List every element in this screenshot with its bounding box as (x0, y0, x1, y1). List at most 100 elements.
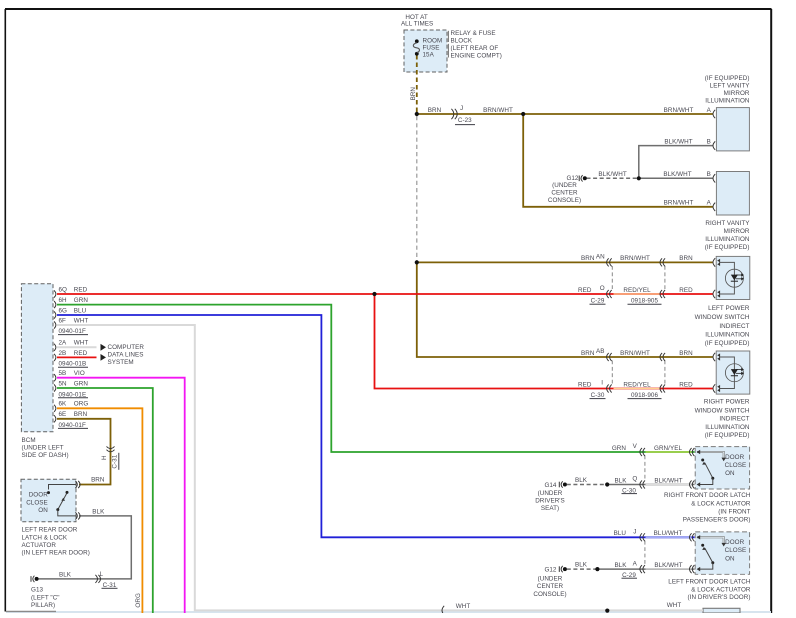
svg-text:ROOM: ROOM (423, 38, 443, 45)
svg-text:GRN/YEL: GRN/YEL (654, 445, 682, 452)
svg-text:ALL TIMES: ALL TIMES (401, 20, 433, 27)
svg-text:6E: 6E (59, 411, 67, 418)
svg-text:VIO: VIO (74, 370, 85, 377)
svg-text:ILLUMINATION: ILLUMINATION (705, 98, 750, 105)
svg-text:BRN/WHT: BRN/WHT (620, 350, 650, 357)
svg-text:G14: G14 (544, 482, 556, 489)
svg-text:6K: 6K (59, 401, 68, 408)
svg-text:BLK/WHT: BLK/WHT (654, 562, 682, 569)
svg-text:L: L (100, 571, 104, 578)
svg-text:RIGHT VANITY: RIGHT VANITY (705, 220, 750, 227)
svg-text:RED: RED (578, 287, 592, 294)
svg-text:ILLUMINATION: ILLUMINATION (705, 424, 750, 431)
svg-text:BRN: BRN (679, 350, 693, 357)
svg-text:C-31: C-31 (103, 582, 117, 589)
svg-text:BLU: BLU (74, 307, 87, 314)
svg-text:ENGINE COMPT): ENGINE COMPT) (451, 53, 502, 60)
svg-text:C-29: C-29 (622, 572, 636, 579)
svg-text:BRN: BRN (74, 411, 88, 418)
svg-text:BRN/WHT: BRN/WHT (664, 107, 694, 114)
svg-text:COMPUTER: COMPUTER (108, 344, 145, 351)
svg-text:0940-01E: 0940-01E (59, 391, 87, 398)
svg-text:Q: Q (632, 476, 637, 483)
svg-text:BLOCK: BLOCK (451, 38, 473, 45)
svg-text:A: A (707, 107, 712, 114)
svg-text:G13: G13 (31, 587, 43, 594)
svg-text:(IF EQUIPPED): (IF EQUIPPED) (705, 75, 750, 82)
svg-text:SIDE OF DASH): SIDE OF DASH) (22, 452, 69, 459)
svg-text:ILLUMINATION: ILLUMINATION (705, 331, 750, 338)
svg-text:2A: 2A (59, 340, 68, 347)
svg-text:RED: RED (578, 381, 592, 388)
svg-text:0940-01B: 0940-01B (59, 361, 87, 368)
svg-text:BRN: BRN (581, 350, 595, 357)
svg-text:RED: RED (74, 286, 88, 293)
svg-text:ACTUATOR: ACTUATOR (22, 542, 57, 549)
svg-text:RELAY & FUSE: RELAY & FUSE (451, 30, 496, 37)
svg-text:LEFT POWER: LEFT POWER (708, 305, 750, 312)
svg-text:BRN: BRN (410, 87, 417, 101)
svg-text:(UNDER: (UNDER (552, 182, 577, 189)
svg-text:O: O (600, 285, 605, 292)
svg-text:AN: AN (596, 254, 605, 261)
svg-text:BLK/WHT: BLK/WHT (598, 171, 626, 178)
svg-text:0918-905: 0918-905 (631, 298, 658, 305)
svg-text:BLK/WHT: BLK/WHT (663, 171, 691, 178)
svg-text:A: A (707, 200, 712, 207)
svg-text:ON: ON (38, 507, 48, 514)
svg-text:BRN/WHT: BRN/WHT (620, 255, 650, 262)
svg-text:BRN/WHT: BRN/WHT (664, 200, 694, 207)
svg-text:RIGHT FRONT DOOR LATCH: RIGHT FRONT DOOR LATCH (664, 492, 751, 499)
svg-text:BLU: BLU (614, 530, 627, 537)
svg-text:WHT: WHT (74, 340, 89, 347)
svg-text:ORG: ORG (135, 593, 142, 608)
svg-text:FUSE: FUSE (423, 45, 440, 52)
svg-text:6F: 6F (59, 317, 67, 324)
svg-text:(UNDER: (UNDER (538, 490, 563, 497)
svg-text:DOOR: DOOR (29, 491, 48, 498)
svg-text:BRN/WHT: BRN/WHT (483, 107, 513, 114)
svg-text:BLK: BLK (575, 477, 588, 484)
svg-text:C-30: C-30 (622, 488, 636, 495)
svg-text:BLK: BLK (575, 562, 588, 569)
svg-text:(IF EQUIPPED): (IF EQUIPPED) (705, 432, 750, 439)
svg-text:(IN FRONT: (IN FRONT (718, 508, 750, 515)
svg-text:CLOSE: CLOSE (725, 547, 747, 554)
svg-text:MIRROR: MIRROR (724, 90, 750, 97)
svg-text:WINDOW SWITCH: WINDOW SWITCH (695, 314, 750, 321)
svg-text:BLK: BLK (59, 571, 72, 578)
svg-text:CLOSE: CLOSE (26, 499, 48, 506)
svg-text:ON: ON (725, 555, 735, 562)
svg-text:ON: ON (725, 470, 735, 477)
svg-text:C-29: C-29 (591, 298, 605, 305)
svg-text:RED/YEL: RED/YEL (623, 381, 651, 388)
svg-text:DRIVER'S: DRIVER'S (535, 497, 565, 504)
svg-text:(LEFT REAR OF: (LEFT REAR OF (451, 45, 499, 52)
svg-text:(IF EQUIPPED): (IF EQUIPPED) (705, 340, 750, 347)
svg-text:C-30: C-30 (591, 392, 605, 399)
svg-text:WINDOW SWITCH: WINDOW SWITCH (695, 407, 750, 414)
svg-text:6H: 6H (59, 297, 68, 304)
svg-text:(LEFT "C": (LEFT "C" (31, 595, 60, 602)
svg-text:G12: G12 (566, 175, 578, 182)
svg-text:BLK: BLK (614, 562, 627, 569)
svg-text:LEFT VANITY: LEFT VANITY (710, 83, 751, 90)
svg-text:LATCH & LOCK: LATCH & LOCK (22, 534, 68, 541)
svg-text:V: V (633, 443, 638, 450)
svg-text:RIGHT POWER: RIGHT POWER (704, 398, 750, 405)
svg-text:GRN: GRN (612, 445, 627, 452)
svg-text:GRN: GRN (74, 380, 89, 387)
svg-text:PASSENGER'S DOOR): PASSENGER'S DOOR) (683, 517, 751, 524)
svg-text:PILLAR): PILLAR) (31, 602, 55, 609)
svg-text:CENTER: CENTER (551, 190, 578, 197)
svg-text:5B: 5B (59, 370, 67, 377)
svg-text:0940-01F: 0940-01F (59, 328, 86, 335)
svg-text:ILLUMINATION: ILLUMINATION (705, 236, 750, 243)
svg-text:C-31: C-31 (112, 454, 119, 468)
svg-text:(UNDER LEFT: (UNDER LEFT (22, 445, 64, 452)
svg-text:6G: 6G (59, 307, 68, 314)
svg-text:(IN LEFT REAR DOOR): (IN LEFT REAR DOOR) (22, 550, 90, 557)
svg-text:15A: 15A (423, 52, 435, 59)
svg-text:G12: G12 (544, 567, 556, 574)
svg-text:(IF EQUIPPED): (IF EQUIPPED) (705, 244, 750, 251)
